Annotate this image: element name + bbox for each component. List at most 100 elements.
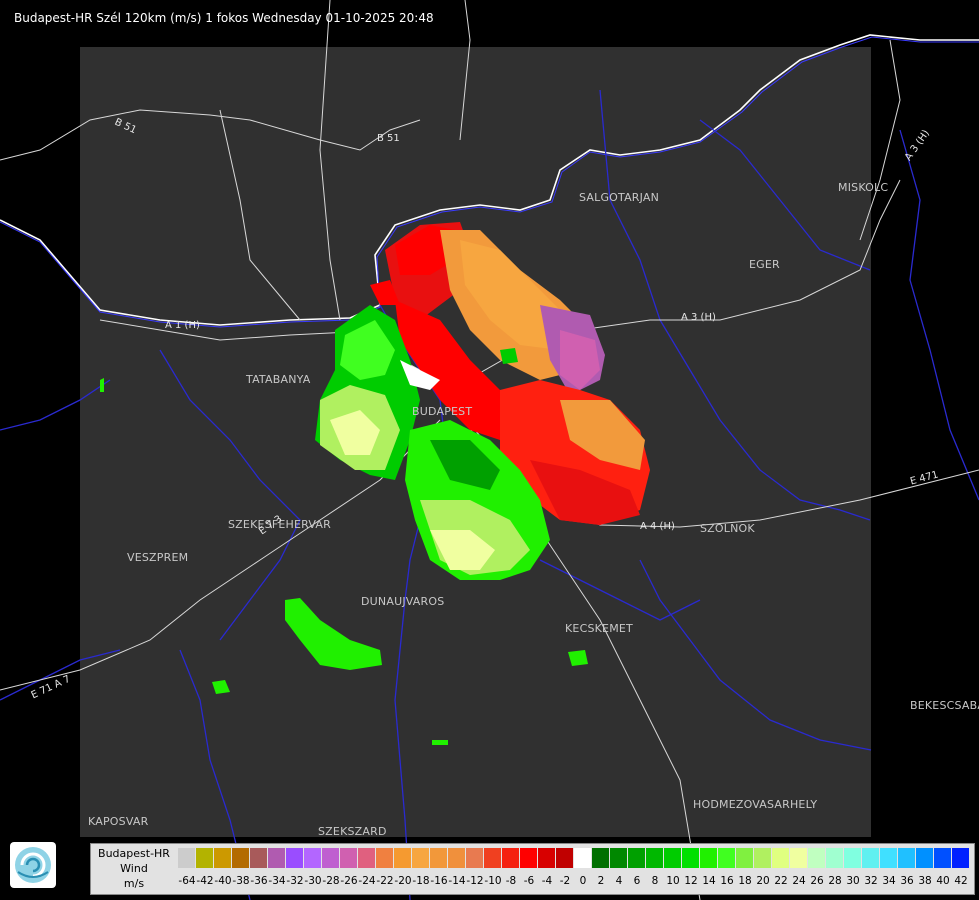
legend-swatch <box>340 848 358 868</box>
legend-label-unit: m/s <box>123 877 145 890</box>
city-label-dunaujvaros: DUNAUJVAROS <box>361 595 445 608</box>
legend-tick-label: 24 <box>792 875 806 887</box>
legend-swatch <box>322 848 340 868</box>
legend-swatch <box>934 848 952 868</box>
city-label-hodmezovasarhely: HODMEZOVASARHELY <box>693 798 818 811</box>
legend-swatch <box>358 848 376 868</box>
legend-tick-label: 22 <box>774 875 788 887</box>
legend-tick-label: -16 <box>430 875 448 887</box>
legend-tick-label: 12 <box>684 875 698 887</box>
city-label-salgotarjan: SALGOTARJAN <box>579 191 660 204</box>
legend-tick-label: -42 <box>196 875 214 887</box>
legend-tick-label: 8 <box>651 875 659 887</box>
legend-label-station: Budapest-HR <box>98 847 170 860</box>
city-label-miskolc: MISKOLC <box>838 181 889 194</box>
legend-label: Budapest-HR Wind m/s <box>91 846 177 891</box>
road-label-a4: A 4 (H) <box>640 521 675 532</box>
city-label-tatabanya: TATABANYA <box>246 373 311 386</box>
road-label-b51-east: B 51 <box>377 133 400 144</box>
legend-tick-label: -4 <box>541 875 553 887</box>
legend-swatch <box>466 848 484 868</box>
legend-tick-label: -8 <box>505 875 517 887</box>
city-label-budapest: BUDAPEST <box>412 405 473 418</box>
legend-swatch <box>214 848 232 868</box>
legend-swatch <box>610 848 628 868</box>
legend-swatch <box>826 848 844 868</box>
city-label-bekescsaba: BEKESCSABA <box>910 699 979 712</box>
legend-swatch <box>736 848 754 868</box>
legend-swatch <box>286 848 304 868</box>
legend-swatches <box>178 848 970 868</box>
legend-tick-label: -26 <box>340 875 358 887</box>
legend-tick-label: -30 <box>304 875 322 887</box>
city-label-szekszard: SZEKSZARD <box>318 825 387 838</box>
legend-swatch <box>700 848 718 868</box>
legend-tick-label: 28 <box>828 875 842 887</box>
legend-ticks: -64 -42 -40 -38 -36 -34 -32 -30 -28 -26 -24 -22 -20-… <box>178 875 970 887</box>
legend-swatch <box>898 848 916 868</box>
legend-swatch <box>556 848 574 868</box>
legend-tick-label: -2 <box>559 875 571 887</box>
city-label-szolnok: SZOLNOK <box>700 522 755 535</box>
legend-tick-label: -36 <box>250 875 268 887</box>
legend-swatch <box>718 848 736 868</box>
legend-label-quantity: Wind <box>120 862 148 875</box>
city-label-veszprem: VESZPREM <box>127 551 189 564</box>
legend-swatch <box>628 848 646 868</box>
city-label-kaposvar: KAPOSVAR <box>88 815 149 828</box>
legend-tick-label: 26 <box>810 875 824 887</box>
legend-tick-label: 16 <box>720 875 734 887</box>
legend-tick-label: 0 <box>579 875 587 887</box>
legend-tick-label: 34 <box>882 875 896 887</box>
legend-tick-label: -6 <box>523 875 535 887</box>
legend-tick-label: -14 <box>448 875 466 887</box>
met-service-logo-icon <box>10 842 56 888</box>
legend-tick-label: 2 <box>597 875 605 887</box>
legend-tick-label: 40 <box>936 875 950 887</box>
legend-swatch <box>268 848 286 868</box>
legend-tick-label: -22 <box>376 875 394 887</box>
legend-tick-label: -32 <box>286 875 304 887</box>
legend-swatch <box>430 848 448 868</box>
legend-tick-label: 10 <box>666 875 680 887</box>
legend-swatch <box>808 848 826 868</box>
legend-tick-label: 20 <box>756 875 770 887</box>
legend-swatch <box>844 848 862 868</box>
legend-swatch <box>196 848 214 868</box>
legend-swatch <box>448 848 466 868</box>
legend-swatch <box>412 848 430 868</box>
legend-swatch <box>484 848 502 868</box>
legend-swatch <box>394 848 412 868</box>
legend-swatch <box>682 848 700 868</box>
legend-swatch <box>574 848 592 868</box>
legend-swatch <box>772 848 790 868</box>
legend-tick-label: 18 <box>738 875 752 887</box>
legend-swatch <box>376 848 394 868</box>
legend-tick-label: -38 <box>232 875 250 887</box>
city-label-eger: EGER <box>749 258 780 271</box>
legend-swatch <box>304 848 322 868</box>
legend-swatch <box>592 848 610 868</box>
legend-tick-label: -24 <box>358 875 376 887</box>
legend-tick-label: 42 <box>954 875 968 887</box>
road-label-a1: A 1 (H) <box>165 320 200 331</box>
legend-tick-label: 36 <box>900 875 914 887</box>
legend-tick-label: -18 <box>412 875 430 887</box>
color-legend: Budapest-HR Wind m/s -64 -42 -40 -38 -36 -34-… <box>90 843 975 895</box>
legend-swatch <box>232 848 250 868</box>
legend-swatch <box>664 848 682 868</box>
legend-tick-label: -34 <box>268 875 286 887</box>
legend-swatch <box>952 848 970 868</box>
legend-tick-label: -64 <box>178 875 196 887</box>
legend-swatch <box>250 848 268 868</box>
legend-swatch <box>178 848 196 868</box>
road-label-a3: A 3 (H) <box>681 312 716 323</box>
legend-tick-label: -20 <box>394 875 412 887</box>
legend-tick-label: 38 <box>918 875 932 887</box>
legend-tick-label: -40 <box>214 875 232 887</box>
legend-swatch <box>916 848 934 868</box>
legend-swatch <box>880 848 898 868</box>
legend-swatch <box>502 848 520 868</box>
radar-title: Budapest-HR Szél 120km (m/s) 1 fokos Wed… <box>14 11 434 25</box>
legend-swatch <box>538 848 556 868</box>
